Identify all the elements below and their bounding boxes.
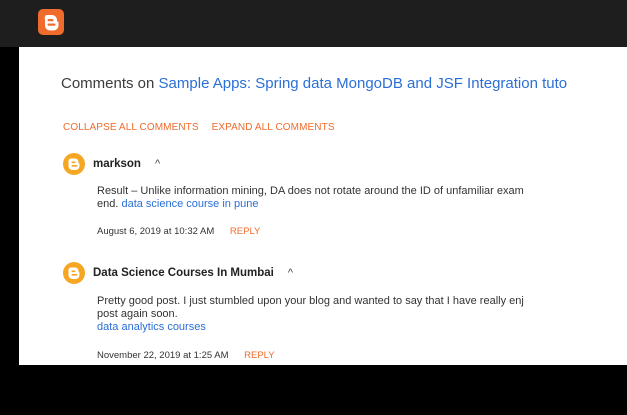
comment-text-line: Result – Unlike information mining, DA d…: [97, 185, 524, 197]
comment-text-line: end. data science course in pune: [97, 198, 627, 211]
comment-text-line: Pretty good post. I just stumbled upon y…: [97, 295, 524, 307]
post-title-link[interactable]: Sample Apps: Spring data MongoDB and JSF…: [159, 75, 568, 92]
blogger-logo-icon[interactable]: [38, 9, 64, 35]
comment-text-line: post again soon.: [97, 308, 178, 320]
comment-meta: November 22, 2019 at 1:25 AM REPLY: [97, 350, 627, 361]
comment-item: Data Science Courses In Mumbai ^ Pretty …: [63, 261, 627, 361]
reply-button[interactable]: REPLY: [244, 350, 274, 361]
top-bar: [0, 0, 627, 47]
page-heading: Comments on Sample Apps: Spring data Mon…: [61, 75, 567, 92]
comment-link[interactable]: data science course in pune: [121, 198, 258, 210]
comment-header: markson ^: [63, 152, 627, 176]
collapse-caret-icon[interactable]: ^: [155, 158, 160, 170]
heading-prefix: Comments on: [61, 75, 159, 92]
comment-text-line: data analytics courses: [97, 321, 627, 334]
comment-item: markson ^ Result – Unlike information mi…: [63, 152, 627, 237]
comment-header: Data Science Courses In Mumbai ^: [63, 261, 627, 285]
blogger-avatar-icon: [63, 153, 85, 175]
collapse-all-comments-button[interactable]: COLLAPSE ALL COMMENTS: [63, 122, 199, 133]
comment-body: Result – Unlike information mining, DA d…: [97, 185, 627, 211]
blogger-avatar-icon: [63, 262, 85, 284]
reply-button[interactable]: REPLY: [230, 226, 260, 237]
comments-page: Comments on Sample Apps: Spring data Mon…: [19, 47, 627, 365]
comment-timestamp[interactable]: August 6, 2019 at 10:32 AM: [97, 226, 214, 237]
collapse-caret-icon[interactable]: ^: [288, 267, 293, 279]
comment-author[interactable]: markson: [93, 158, 141, 170]
comment-link[interactable]: data analytics courses: [97, 321, 206, 333]
comment-timestamp[interactable]: November 22, 2019 at 1:25 AM: [97, 350, 229, 361]
comment-text-fragment: end.: [97, 198, 122, 210]
comment-body: Pretty good post. I just stumbled upon y…: [97, 295, 627, 334]
bottom-bar: [0, 365, 627, 415]
comment-actions: COLLAPSE ALL COMMENTS EXPAND ALL COMMENT…: [63, 122, 345, 133]
comment-author[interactable]: Data Science Courses In Mumbai: [93, 267, 274, 279]
comment-meta: August 6, 2019 at 10:32 AM REPLY: [97, 226, 627, 237]
expand-all-comments-button[interactable]: EXPAND ALL COMMENTS: [212, 122, 335, 133]
